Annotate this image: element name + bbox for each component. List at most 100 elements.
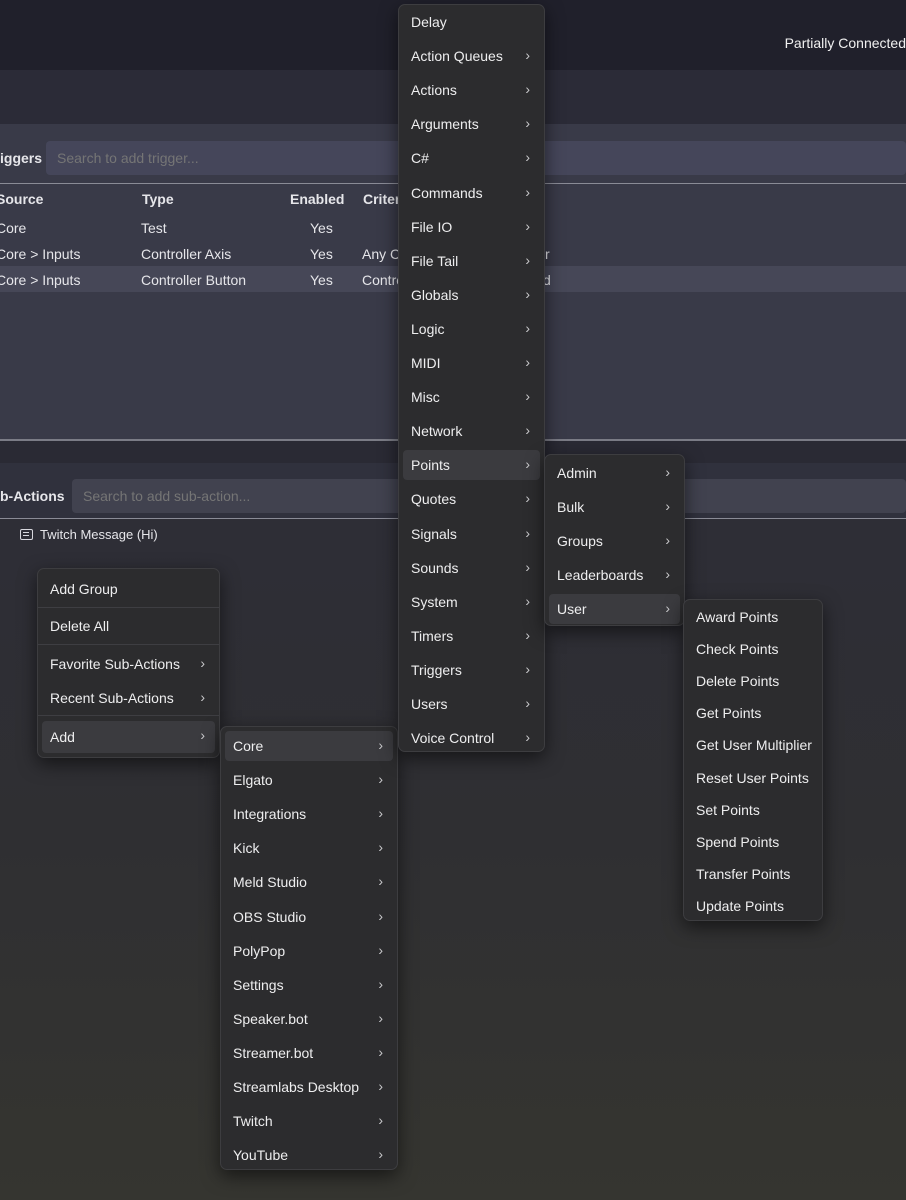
menu-item-voice-control[interactable]: Voice Control › <box>403 723 540 753</box>
menu-item-core[interactable]: Core › <box>225 731 393 761</box>
menu-item-label: Add Group <box>50 581 118 597</box>
menu-item-transfer-points[interactable]: Transfer Points <box>688 859 818 889</box>
menu-item-midi[interactable]: MIDI › <box>403 348 540 378</box>
menu-separator <box>38 715 219 716</box>
menu-item-system[interactable]: System › <box>403 587 540 617</box>
menu-separator <box>38 607 219 608</box>
menu-item-bulk[interactable]: Bulk › <box>549 492 680 522</box>
menu-item-integrations[interactable]: Integrations › <box>225 799 393 829</box>
menu-item-get-points[interactable]: Get Points <box>688 698 818 728</box>
menu-item-file-tail[interactable]: File Tail › <box>403 246 540 276</box>
menu-item-label: Leaderboards <box>557 567 644 584</box>
column-header-source[interactable]: Source <box>0 191 43 207</box>
menu-item-points[interactable]: Points › <box>403 450 540 481</box>
menu-item-recent-subactions[interactable]: Recent Sub-Actions › <box>42 683 215 713</box>
chevron-right-icon: › <box>525 490 530 507</box>
menu-item-label: Groups <box>557 533 603 550</box>
menu-item-delete-all[interactable]: Delete All <box>42 611 215 641</box>
menu-item-globals[interactable]: Globals › <box>403 280 540 310</box>
chevron-right-icon: › <box>665 464 670 480</box>
row-source: Core > Inputs <box>0 246 81 262</box>
chevron-right-icon: › <box>378 737 383 753</box>
menu-item-signals[interactable]: Signals › <box>403 519 540 549</box>
menu-item-label: Triggers <box>411 661 462 678</box>
column-header-criteria[interactable]: Criter <box>363 191 400 207</box>
menu-item-label: Core <box>233 738 264 754</box>
menu-item-obs-studio[interactable]: OBS Studio › <box>225 902 393 932</box>
chevron-right-icon: › <box>378 873 383 890</box>
menu-item-sounds[interactable]: Sounds › <box>403 553 540 583</box>
menu-item-polypop[interactable]: PolyPop › <box>225 936 393 966</box>
menu-item-admin[interactable]: Admin › <box>549 458 680 488</box>
menu-item-c[interactable]: C# › <box>403 143 540 173</box>
menu-item-streamlabs-desktop[interactable]: Streamlabs Desktop › <box>225 1072 393 1102</box>
menu-item-label: Misc <box>411 389 440 406</box>
menu-item-groups[interactable]: Groups › <box>549 526 680 556</box>
menu-item-network[interactable]: Network › <box>403 416 540 446</box>
menu-item-check-points[interactable]: Check Points <box>688 634 818 664</box>
row-type: Test <box>141 220 167 236</box>
subactions-label: b-Actions <box>0 488 65 504</box>
chevron-right-icon: › <box>378 975 383 992</box>
menu-item-arguments[interactable]: Arguments › <box>403 109 540 139</box>
menu-item-settings[interactable]: Settings › <box>225 970 393 1000</box>
chevron-right-icon: › <box>525 115 530 132</box>
menu-item-label: Globals <box>411 286 459 303</box>
menu-item-commands[interactable]: Commands › <box>403 178 540 208</box>
menu-item-youtube[interactable]: YouTube › <box>225 1140 393 1170</box>
menu-item-triggers[interactable]: Triggers › <box>403 655 540 685</box>
menu-item-kick[interactable]: Kick › <box>225 833 393 863</box>
menu-item-award-points[interactable]: Award Points <box>688 602 818 632</box>
column-header-type[interactable]: Type <box>142 191 174 207</box>
menu-item-label: File Tail <box>411 252 459 269</box>
menu-item-timers[interactable]: Timers › <box>403 621 540 651</box>
menu-item-meld-studio[interactable]: Meld Studio › <box>225 867 393 897</box>
menu-item-users[interactable]: Users › <box>403 689 540 719</box>
menu-item-label: Bulk <box>557 499 585 516</box>
menu-item-add[interactable]: Add › <box>42 721 215 753</box>
menu-item-label: Transfer Points <box>696 865 791 882</box>
menu-item-update-points[interactable]: Update Points <box>688 891 818 921</box>
menu-item-quotes[interactable]: Quotes › <box>403 484 540 514</box>
menu-item-twitch[interactable]: Twitch › <box>225 1106 393 1136</box>
chevron-right-icon: › <box>525 695 530 711</box>
menu-item-file-io[interactable]: File IO › <box>403 212 540 242</box>
menu-item-reset-user-points[interactable]: Reset User Points <box>688 763 818 793</box>
menu-item-label: Points <box>411 457 450 474</box>
menu-item-action-queues[interactable]: Action Queues › <box>403 41 540 71</box>
column-header-enabled[interactable]: Enabled <box>290 191 344 207</box>
menu-item-label: MIDI <box>411 355 441 371</box>
menu-item-delete-points[interactable]: Delete Points <box>688 666 818 696</box>
menu-item-get-user-multiplier[interactable]: Get User Multiplier <box>688 730 818 760</box>
menu-item-streamer-bot[interactable]: Streamer.bot › <box>225 1038 393 1068</box>
chevron-right-icon: › <box>525 422 530 439</box>
menu-item-leaderboards[interactable]: Leaderboards › <box>549 560 680 590</box>
menu-item-logic[interactable]: Logic › <box>403 314 540 344</box>
menu-item-speaker-bot[interactable]: Speaker.bot › <box>225 1004 393 1034</box>
menu-item-label: Logic <box>411 320 445 337</box>
menu-item-actions[interactable]: Actions › <box>403 75 540 105</box>
menu-item-favorite-subactions[interactable]: Favorite Sub-Actions › <box>42 649 215 679</box>
menu-item-label: Voice Control <box>411 730 495 747</box>
menu-item-elgato[interactable]: Elgato › <box>225 765 393 795</box>
chevron-right-icon: › <box>378 771 383 788</box>
row-enabled: Yes <box>310 220 333 236</box>
menu-item-label: Delete Points <box>696 673 780 690</box>
chevron-right-icon: › <box>200 689 205 705</box>
menu-item-add-group[interactable]: Add Group <box>42 574 215 604</box>
menu-item-label: PolyPop <box>233 942 286 959</box>
subaction-item[interactable]: Twitch Message (Hi) <box>20 527 158 542</box>
menu-item-spend-points[interactable]: Spend Points <box>688 827 818 857</box>
chevron-right-icon: › <box>525 319 530 336</box>
menu-item-label: Action Queues <box>411 48 503 65</box>
menu-item-set-points[interactable]: Set Points <box>688 795 818 825</box>
chevron-right-icon: › <box>665 532 670 549</box>
menu-item-label: Timers <box>411 627 454 644</box>
menu-item-label: Get Points <box>696 705 762 722</box>
menu-item-misc[interactable]: Misc › <box>403 382 540 412</box>
menu-item-user[interactable]: User › <box>549 594 680 625</box>
menu-item-delay[interactable]: Delay <box>403 7 540 37</box>
menu-item-label: Award Points <box>696 609 779 625</box>
chevron-right-icon: › <box>378 1112 383 1129</box>
menu-separator <box>38 644 219 645</box>
